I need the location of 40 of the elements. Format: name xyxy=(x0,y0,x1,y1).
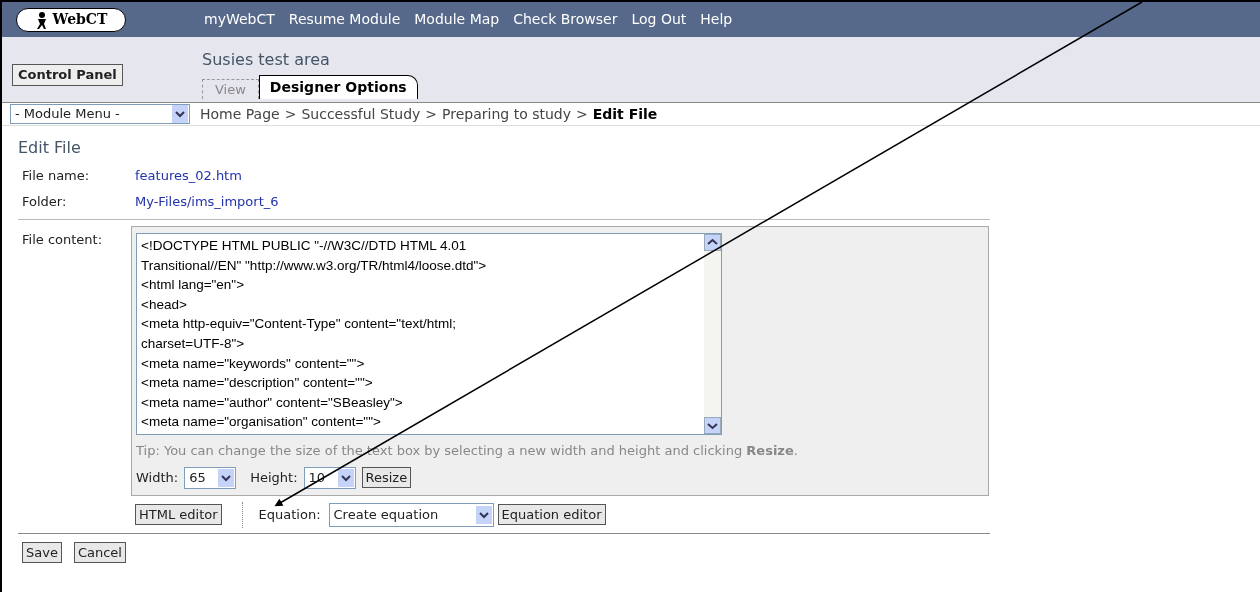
nav-link[interactable]: Help xyxy=(700,9,733,30)
scroll-up-icon[interactable] xyxy=(704,234,721,251)
tip-text: Tip: You can change the size of the text box by selecting a new width and height and clicking Resize. xyxy=(136,442,799,460)
logo[interactable]: WebCT xyxy=(16,7,126,32)
field-label: File name: xyxy=(22,167,91,185)
tab[interactable]: Designer Options xyxy=(258,75,418,99)
width-dropdown[interactable]: 65 xyxy=(184,466,237,489)
field-label: Width: xyxy=(136,468,179,487)
page-title: Edit File xyxy=(18,137,82,159)
file-content-textarea[interactable]: <!DOCTYPE HTML PUBLIC "-//W3C//DTD HTML 4.01 Transitional//EN" "http://www.w3.org/TR/html4/loose.dtd"> <html lang="en"> <head> <meta http-equiv="Content-Type" content="text/html; charset=UTF-8"> <meta name="keywords" content=""> <meta name="description" content=""> <meta name="author" content="SBeasley"> <meta name="organisation" content=""> xyxy=(136,233,722,435)
breadcrumb-separator: > xyxy=(576,104,588,124)
field-label: Folder: xyxy=(22,192,68,211)
scrollbar[interactable] xyxy=(704,234,721,434)
action-button[interactable]: Save xyxy=(22,541,62,563)
nav-link[interactable]: Log Out xyxy=(631,9,687,30)
nav-link[interactable]: Module Map xyxy=(414,9,500,30)
html-editor-button[interactable]: HTML editor xyxy=(135,504,222,525)
breadcrumb-current: Edit File xyxy=(592,104,658,124)
nav-link[interactable]: Check Browser xyxy=(513,9,618,30)
field-label: Equation: xyxy=(258,505,321,524)
equation-editor-button[interactable]: Equation editor xyxy=(497,504,606,525)
nav-link[interactable]: Resume Module xyxy=(288,9,401,30)
control-panel-button[interactable]: Control Panel xyxy=(12,64,123,86)
breadcrumb-separator: > xyxy=(425,104,438,124)
breadcrumb-link[interactable]: Home Page xyxy=(200,103,280,125)
field-label: File content: xyxy=(21,231,104,249)
field-label: Height: xyxy=(250,468,298,487)
breadcrumb-link[interactable]: Preparing to study xyxy=(442,103,571,125)
breadcrumb-link[interactable]: Successful Study xyxy=(301,103,421,125)
resize-button[interactable]: Resize xyxy=(361,467,412,488)
field-value: My-Files/ims_import_6 xyxy=(135,192,279,211)
figure-icon xyxy=(34,10,49,29)
field-value: features_02.htm xyxy=(135,167,242,185)
breadcrumb-separator: > xyxy=(284,104,297,124)
action-button[interactable]: Cancel xyxy=(73,541,126,563)
module-menu-dropdown[interactable]: - Module Menu - xyxy=(10,104,190,124)
equation-dropdown[interactable]: Create equation xyxy=(328,502,494,527)
scroll-down-icon[interactable] xyxy=(704,417,721,434)
area-title: Susies test area xyxy=(202,51,331,69)
nav-link[interactable]: myWebCT xyxy=(204,9,275,30)
